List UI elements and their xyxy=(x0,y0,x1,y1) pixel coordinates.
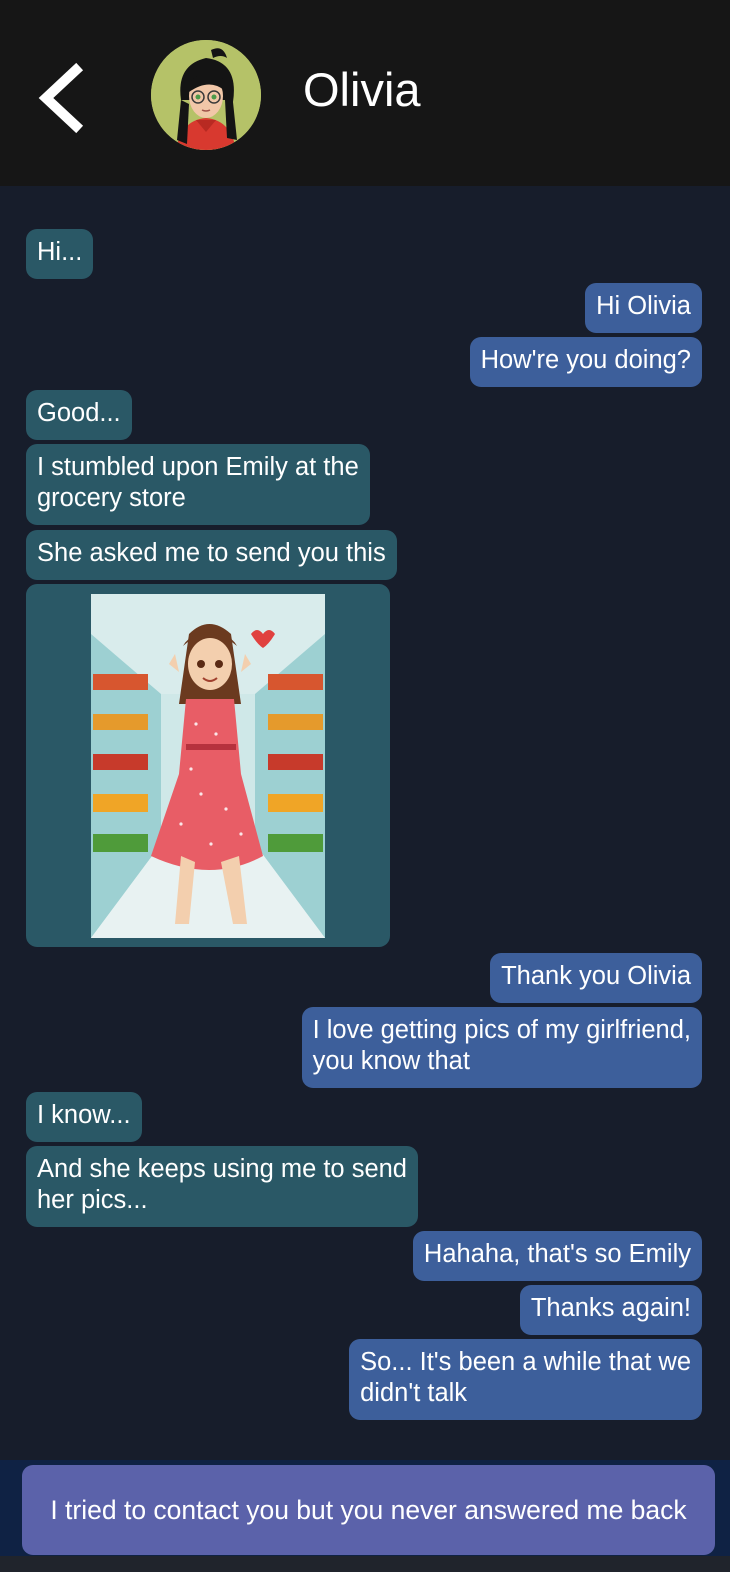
contact-name: Olivia xyxy=(303,63,421,116)
message-text-line: didn't talk xyxy=(360,1379,468,1407)
message-bubble-incoming: Good... xyxy=(26,390,132,440)
message-bubble-incoming: She asked me to send you this xyxy=(26,530,397,580)
image-message-bubble[interactable] xyxy=(26,584,390,947)
message-text: Thanks again! xyxy=(530,1294,691,1322)
message-text: Hi... xyxy=(37,238,83,266)
message-bubble-incoming: Hi... xyxy=(26,229,94,279)
message-text-line: her pics... xyxy=(37,1186,148,1214)
message-bubble-incoming: And she keeps using me to send her pics.… xyxy=(26,1146,418,1227)
photo-girl-grocery-aisle[interactable] xyxy=(91,594,325,938)
message-bubble-outgoing: I love getting pics of my girlfriend, yo… xyxy=(301,1007,702,1088)
chevron-left-icon xyxy=(38,62,84,134)
message-bubble-outgoing: Hahaha, that's so Emily xyxy=(412,1231,702,1281)
message-bubble-incoming: I stumbled upon Emily at the grocery sto… xyxy=(26,444,370,525)
message-text: She asked me to send you this xyxy=(37,539,386,567)
chat-header: Olivia xyxy=(0,0,730,186)
bottom-strip xyxy=(0,1556,730,1572)
message-bubble-outgoing: How're you doing? xyxy=(469,337,702,387)
message-bubble-outgoing: So... It's been a while that we didn't t… xyxy=(349,1339,702,1420)
message-text-line: I love getting pics of my girlfriend, xyxy=(312,1016,691,1044)
message-text: How're you doing? xyxy=(480,346,691,374)
message-list[interactable]: Hi... Hi Olivia How're you doing? Good..… xyxy=(0,186,730,1460)
message-text-line: you know that xyxy=(312,1047,470,1075)
message-text-line: And she keeps using me to send xyxy=(37,1155,407,1183)
message-text: I know... xyxy=(37,1101,131,1129)
message-text-line: grocery store xyxy=(37,484,186,512)
message-text: Hahaha, that's so Emily xyxy=(423,1240,691,1268)
message-bubble-incoming: I know... xyxy=(26,1092,142,1142)
reply-choice-button[interactable]: I tried to contact you but you never ans… xyxy=(22,1465,715,1555)
message-bubble-outgoing: Thanks again! xyxy=(519,1285,702,1335)
message-text: Good... xyxy=(37,399,121,427)
message-text-line: So... It's been a while that we xyxy=(360,1348,691,1376)
message-text: Thank you Olivia xyxy=(501,962,691,990)
contact-avatar[interactable] xyxy=(151,40,261,150)
message-text: Hi Olivia xyxy=(596,292,691,320)
message-text-line: I stumbled upon Emily at the xyxy=(37,453,359,481)
back-button[interactable] xyxy=(34,60,94,136)
message-bubble-outgoing: Hi Olivia xyxy=(585,283,702,333)
message-bubble-outgoing: Thank you Olivia xyxy=(490,953,702,1003)
